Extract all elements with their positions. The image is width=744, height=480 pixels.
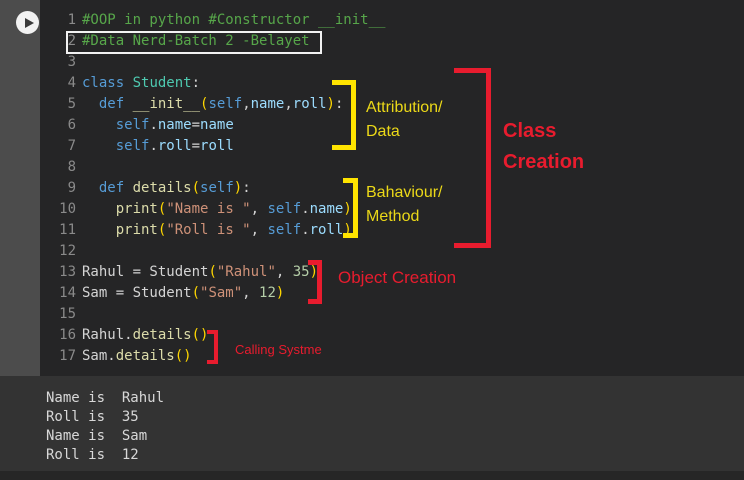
code-text: print("Roll is ", self.roll) (115, 222, 352, 238)
line-number: 1 (67, 12, 76, 28)
run-button[interactable] (16, 11, 39, 34)
line-number: 16 (59, 327, 76, 343)
code-text: Rahul.details() (82, 327, 209, 343)
behaviour-label-line2: Method (366, 208, 420, 225)
code-line[interactable]: 10 print("Name is ", self.name) (40, 199, 385, 220)
object-creation-label: Object Creation (338, 268, 457, 287)
line-number: 6 (67, 117, 76, 133)
behaviour-label-line1: Bahaviour/ (366, 184, 443, 201)
code-text: def details(self): (98, 180, 251, 196)
code-text: class Student: (82, 75, 201, 91)
line-number: 4 (67, 75, 76, 91)
code-text: def __init__(self,name,roll): (98, 96, 344, 112)
code-line[interactable]: 3 (40, 52, 385, 73)
calling-label: Calling Systme (235, 342, 322, 357)
console-line: Name is Sam (46, 428, 148, 444)
highlight-box (66, 31, 322, 54)
line-number: 13 (59, 264, 76, 280)
code-text: self.name=name (115, 117, 234, 133)
code-line[interactable]: 1 #OOP in python #Constructor __init__ (40, 10, 386, 31)
line-number: 14 (59, 285, 76, 301)
object-creation-bracket (308, 260, 322, 304)
editor-gutter-bar (0, 0, 40, 376)
app-window: 1 #OOP in python #Constructor __init__ 2 #D… (0, 0, 744, 480)
line-number: 17 (59, 348, 76, 364)
code-text: #OOP in python #Constructor __init__ (82, 12, 386, 28)
bottom-bar (0, 471, 744, 480)
attribution-label-line1: Attribution/ (366, 99, 443, 116)
line-number: 10 (59, 201, 76, 217)
line-number: 5 (67, 96, 76, 112)
class-creation-bracket (454, 68, 491, 248)
console-line: Roll is 12 (46, 447, 139, 463)
line-number: 11 (59, 222, 76, 238)
code-text: Rahul = Student("Rahul", 35) (82, 264, 319, 280)
line-number: 8 (67, 159, 76, 175)
line-number: 9 (67, 180, 76, 196)
console-line: Name is Rahul (46, 390, 165, 406)
class-creation-label-line2: Creation (503, 151, 585, 173)
behaviour-bracket (343, 178, 358, 238)
code-line[interactable]: 12 (40, 241, 385, 262)
output-console: Name is Rahul Roll is 35 Name is Sam Roll i… (0, 376, 744, 480)
code-area: 1 #OOP in python #Constructor __init__ 2 #D… (40, 10, 385, 367)
line-number: 15 (59, 306, 76, 322)
console-line: Roll is 35 (46, 409, 139, 425)
play-icon (24, 17, 34, 28)
code-text: print("Name is ", self.name) (115, 201, 352, 217)
code-editor: 1 #OOP in python #Constructor __init__ 2 #D… (40, 0, 744, 376)
line-number: 7 (67, 138, 76, 154)
class-creation-label-line1: Class (503, 120, 557, 142)
code-line[interactable]: 14 Sam = Student("Sam", 12) (40, 283, 385, 304)
code-text: Sam = Student("Sam", 12) (82, 285, 285, 301)
class-creation-label: Class Creation (503, 116, 584, 178)
code-line[interactable]: 15 (40, 304, 385, 325)
attribution-label: Attribution/ Data (366, 96, 442, 144)
behaviour-label: Bahaviour/ Method (366, 181, 443, 229)
code-line[interactable]: 9 def details(self): (40, 178, 385, 199)
line-number: 12 (59, 243, 76, 259)
code-text: Sam.details() (82, 348, 192, 364)
code-text: self.roll=roll (115, 138, 234, 154)
line-number: 3 (67, 54, 76, 70)
calling-bracket (207, 330, 218, 364)
attribution-bracket (332, 80, 356, 150)
attribution-label-line2: Data (366, 123, 400, 140)
code-line[interactable]: 13 Rahul = Student("Rahul", 35) (40, 262, 385, 283)
code-line[interactable]: 11 print("Roll is ", self.roll) (40, 220, 385, 241)
code-line[interactable]: 8 (40, 157, 385, 178)
